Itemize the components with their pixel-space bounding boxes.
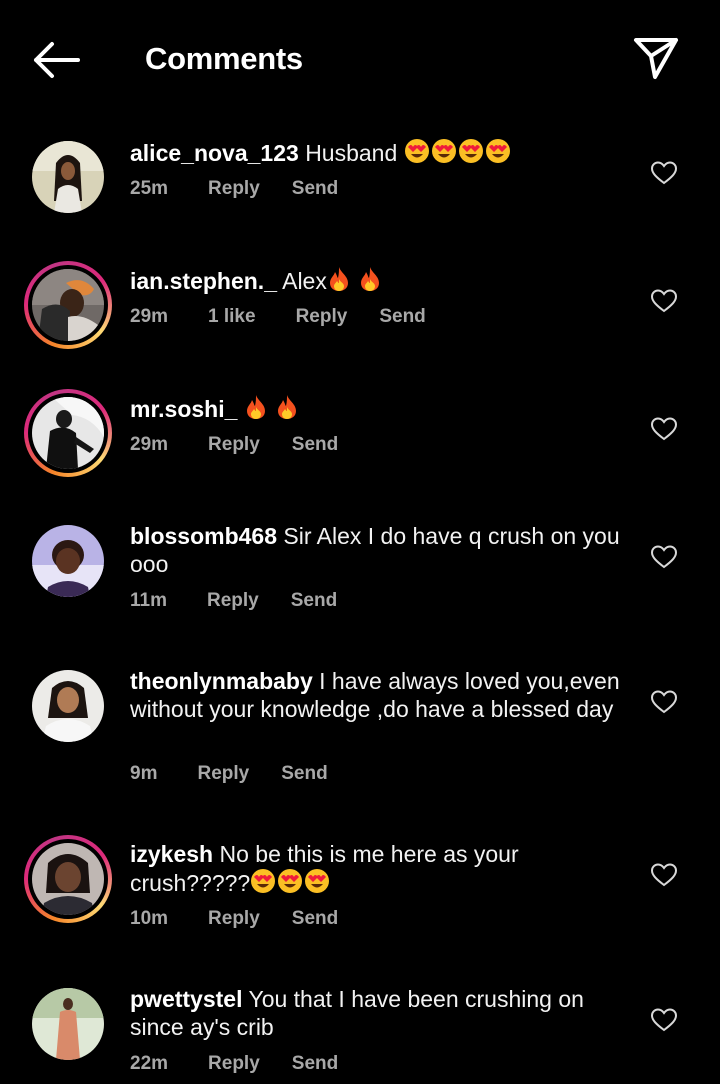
likes-count[interactable]: 1 like bbox=[208, 305, 256, 329]
send-button[interactable]: Send bbox=[292, 433, 338, 457]
comment-item: alice_nova_123 Husband 25m Reply Send bbox=[0, 136, 720, 226]
heart-outline-icon bbox=[650, 1008, 678, 1032]
avatar[interactable] bbox=[24, 389, 112, 477]
page-title: Comments bbox=[145, 41, 303, 76]
comment-time: 10m bbox=[130, 908, 169, 929]
comment-meta: 29m 1 like Reply Send bbox=[130, 305, 426, 329]
back-button[interactable] bbox=[28, 38, 84, 82]
heart-outline-icon bbox=[650, 545, 678, 569]
avatar[interactable] bbox=[24, 835, 112, 923]
avatar[interactable] bbox=[24, 261, 112, 349]
comment-meta: 11m Reply Send bbox=[130, 589, 337, 613]
reply-button[interactable]: Reply bbox=[208, 907, 260, 931]
heart-eyes-emoji-group bbox=[404, 139, 512, 166]
send-button[interactable]: Send bbox=[291, 589, 337, 613]
like-button[interactable] bbox=[650, 161, 678, 185]
comment-username[interactable]: ian.stephen._ bbox=[130, 268, 277, 294]
comment-item: mr.soshi_ 29m Reply Send bbox=[0, 389, 720, 482]
fire-emoji-icon bbox=[361, 267, 380, 291]
fire-emoji-group bbox=[244, 395, 300, 422]
comment-body: Husband bbox=[305, 140, 398, 166]
send-button[interactable]: Send bbox=[281, 762, 327, 786]
comment-time: 29m bbox=[130, 434, 169, 455]
like-button[interactable] bbox=[650, 690, 678, 714]
avatar[interactable] bbox=[32, 670, 104, 742]
avatar[interactable] bbox=[32, 988, 104, 1060]
heart-eyes-emoji-icon bbox=[458, 139, 483, 163]
comment-time: 25m bbox=[130, 178, 169, 199]
comment-body: Alex bbox=[282, 268, 327, 294]
comment-text: izykesh No be this is me here as your cr… bbox=[130, 840, 630, 897]
comment-item: ian.stephen._ Alex 29m 1 like Reply Send bbox=[0, 261, 720, 354]
comment-item: pwettystel You that I have been crushing… bbox=[0, 983, 720, 1083]
comment-item: izykesh No be this is me here as your cr… bbox=[0, 835, 720, 938]
heart-eyes-emoji-icon bbox=[404, 139, 429, 163]
send-button[interactable]: Send bbox=[292, 177, 338, 201]
comment-text: blossomb468 Sir Alex I do have q crush o… bbox=[130, 522, 630, 578]
comment-time: 11m bbox=[130, 590, 167, 611]
send-button[interactable]: Send bbox=[292, 1052, 338, 1076]
like-button[interactable] bbox=[650, 289, 678, 313]
heart-eyes-emoji-icon bbox=[251, 869, 276, 893]
comment-time: 22m bbox=[130, 1053, 169, 1074]
like-button[interactable] bbox=[650, 1008, 678, 1032]
heart-outline-icon bbox=[650, 161, 678, 185]
comment-username[interactable]: theonlynmababy bbox=[130, 668, 313, 694]
comment-time: 29m bbox=[130, 306, 169, 327]
reply-button[interactable]: Reply bbox=[208, 177, 260, 201]
heart-eyes-emoji-icon bbox=[485, 139, 510, 163]
reply-button[interactable]: Reply bbox=[197, 762, 249, 786]
send-button[interactable]: Send bbox=[292, 907, 338, 931]
comment-username[interactable]: izykesh bbox=[130, 841, 213, 867]
comment-meta: 9m Reply Send bbox=[130, 762, 328, 786]
comment-meta: 22m Reply Send bbox=[130, 1052, 338, 1076]
paper-plane-icon bbox=[634, 38, 678, 79]
reply-button[interactable]: Reply bbox=[208, 1052, 260, 1076]
comment-text: theonlynmababy I have always loved you,e… bbox=[130, 667, 630, 723]
like-button[interactable] bbox=[650, 545, 678, 569]
heart-eyes-emoji-group bbox=[250, 869, 331, 896]
reply-button[interactable]: Reply bbox=[208, 433, 260, 457]
comment-item: blossomb468 Sir Alex I do have q crush o… bbox=[0, 520, 720, 620]
send-button[interactable]: Send bbox=[379, 305, 425, 329]
heart-eyes-emoji-icon bbox=[305, 869, 330, 893]
fire-emoji-icon bbox=[329, 267, 348, 291]
like-button[interactable] bbox=[650, 863, 678, 887]
avatar[interactable] bbox=[32, 141, 104, 213]
avatar[interactable] bbox=[32, 525, 104, 597]
heart-outline-icon bbox=[650, 863, 678, 887]
header-bar: Comments bbox=[0, 0, 720, 118]
reply-button[interactable]: Reply bbox=[296, 305, 348, 329]
heart-eyes-emoji-icon bbox=[278, 869, 303, 893]
comment-text: mr.soshi_ bbox=[130, 394, 630, 423]
comment-meta: 10m Reply Send bbox=[130, 907, 338, 931]
comment-time: 9m bbox=[130, 763, 158, 784]
comment-username[interactable]: mr.soshi_ bbox=[130, 396, 237, 422]
reply-button[interactable]: Reply bbox=[207, 589, 259, 613]
heart-outline-icon bbox=[650, 417, 678, 441]
arrow-left-icon bbox=[34, 42, 80, 78]
comment-item: theonlynmababy I have always loved you,e… bbox=[0, 665, 720, 795]
comment-meta: 25m Reply Send bbox=[130, 177, 338, 201]
comment-text: pwettystel You that I have been crushing… bbox=[130, 985, 630, 1041]
comment-text: ian.stephen._ Alex bbox=[130, 266, 630, 295]
heart-eyes-emoji-icon bbox=[431, 139, 456, 163]
comment-text: alice_nova_123 Husband bbox=[130, 138, 630, 167]
heart-outline-icon bbox=[650, 690, 678, 714]
like-button[interactable] bbox=[650, 417, 678, 441]
heart-outline-icon bbox=[650, 289, 678, 313]
fire-emoji-group bbox=[327, 267, 383, 294]
fire-emoji-icon bbox=[246, 395, 265, 419]
fire-emoji-icon bbox=[278, 395, 297, 419]
share-button[interactable] bbox=[628, 32, 684, 84]
comment-username[interactable]: pwettystel bbox=[130, 986, 242, 1012]
comment-username[interactable]: blossomb468 bbox=[130, 523, 277, 549]
comment-username[interactable]: alice_nova_123 bbox=[130, 140, 299, 166]
comment-meta: 29m Reply Send bbox=[130, 433, 338, 457]
